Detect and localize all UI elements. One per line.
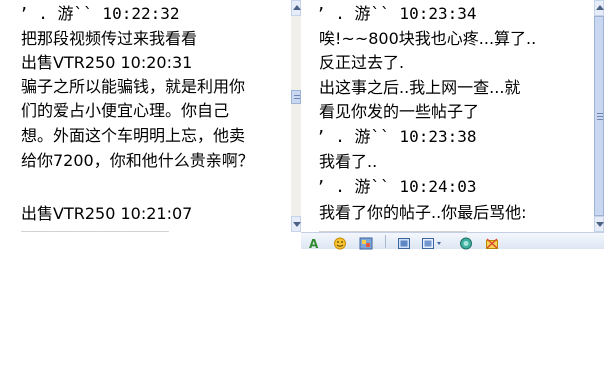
message-header: 出售VTR250 10:20:31 bbox=[21, 53, 193, 72]
grip-line bbox=[294, 95, 300, 96]
grip-line bbox=[294, 98, 300, 99]
message-text: 出这事之后..我上网一查...就 bbox=[319, 78, 521, 97]
font-icon[interactable]: A bbox=[307, 235, 321, 251]
message-text: 我看了.. bbox=[319, 152, 378, 171]
screen-capture-icon[interactable] bbox=[421, 235, 443, 249]
message-text: 给你7200，你和他什么贵亲啊？ bbox=[21, 151, 254, 170]
left-chat-history[interactable]: ’ . 游`` 10:22:32 把那段视频传过来我看看 出售VTR250 10… bbox=[0, 0, 291, 232]
chevron-down-icon bbox=[596, 222, 604, 227]
wink-icon[interactable] bbox=[359, 235, 373, 250]
right-scrollbar[interactable] bbox=[594, 0, 604, 232]
message-text: 把那段视频传过来我看看 bbox=[21, 29, 198, 48]
chevron-up-icon bbox=[293, 5, 301, 10]
message-text: 们的爱占小便宜心理。你自己 bbox=[21, 101, 230, 120]
image-icon[interactable] bbox=[397, 235, 411, 249]
message-header: ’ . 游`` 10:22:32 bbox=[19, 4, 180, 23]
message-text: 看见你发的一些帖子了 bbox=[319, 102, 480, 121]
scroll-down-button[interactable] bbox=[291, 216, 301, 232]
scroll-up-button[interactable] bbox=[291, 0, 301, 16]
grip-line bbox=[597, 116, 603, 117]
message-header: ’ . 游`` 10:24:03 bbox=[316, 177, 477, 196]
color-picker-icon[interactable] bbox=[459, 235, 473, 250]
message-header: ’ . 游`` 10:23:38 bbox=[316, 127, 477, 146]
message-text: 唉!~~800块我也心疼...算了.. bbox=[319, 29, 537, 48]
message-text-clipped: ▆▆▆▆▆▆▆▆▆▆▆▆ bbox=[21, 226, 169, 232]
left-scrollbar[interactable] bbox=[291, 0, 301, 232]
message-text: 我看了你的帖子..你最后骂他: bbox=[319, 203, 527, 222]
message-header: ’ . 游`` 10:23:34 bbox=[316, 4, 477, 23]
pane-divider bbox=[301, 0, 312, 232]
scroll-thumb[interactable] bbox=[594, 16, 604, 216]
emoticon-icon[interactable] bbox=[333, 235, 347, 250]
toolbar-separator bbox=[385, 235, 386, 248]
message-text: 想。外面这个车明明上忘，他卖 bbox=[21, 126, 246, 145]
chevron-up-icon bbox=[596, 5, 604, 10]
message-text: 反正过去了. bbox=[319, 53, 405, 72]
scroll-up-button[interactable] bbox=[594, 0, 604, 16]
scroll-down-button[interactable] bbox=[594, 216, 604, 232]
svg-text:A: A bbox=[309, 237, 319, 250]
grip-line bbox=[597, 119, 603, 120]
chevron-down-icon bbox=[293, 222, 301, 227]
input-toolbar: A bbox=[301, 232, 604, 251]
message-header: 出售VTR250 10:21:07 bbox=[21, 204, 193, 223]
grip-line bbox=[597, 113, 603, 114]
right-chat-history[interactable]: ’ . 游`` 10:23:34 唉!~~800块我也心疼...算了.. 反正过… bbox=[312, 0, 587, 232]
scroll-thumb[interactable] bbox=[291, 90, 301, 104]
gift-icon[interactable] bbox=[485, 235, 499, 249]
message-text: 骗子之所以能骗钱，就是利用你 bbox=[21, 77, 246, 96]
